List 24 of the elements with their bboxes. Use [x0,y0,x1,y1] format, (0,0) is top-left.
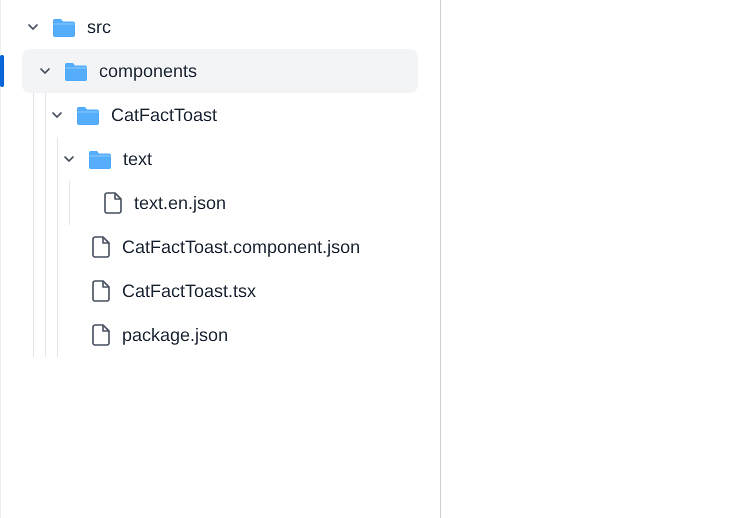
tree-item[interactable]: CatFactToast.tsx [58,269,418,313]
folder-icon [77,106,99,124]
file-icon [92,280,110,302]
selection-indicator [0,55,4,87]
item-label: CatFactToast [111,104,218,126]
item-label: text.en.json [134,192,226,214]
item-label: text [123,148,152,170]
item-label: src [87,16,111,38]
folder-icon [53,18,75,36]
tree-item[interactable]: CatFactToast.component.json [58,225,418,269]
item-label: package.json [122,324,228,346]
tree-item[interactable]: CatFactToast [46,93,418,137]
tree-item[interactable]: text.en.json [70,181,418,225]
tree-item[interactable]: package.json [58,313,418,357]
file-icon [92,236,110,258]
tree-item[interactable]: src [22,5,418,49]
folder-icon [89,150,111,168]
tree-item[interactable]: text [58,137,418,181]
file-icon [104,192,122,214]
file-icon [92,324,110,346]
item-label: components [99,60,198,82]
item-label: CatFactToast.tsx [122,280,256,302]
folder-icon [65,62,87,80]
item-label: CatFactToast.component.json [122,236,360,258]
